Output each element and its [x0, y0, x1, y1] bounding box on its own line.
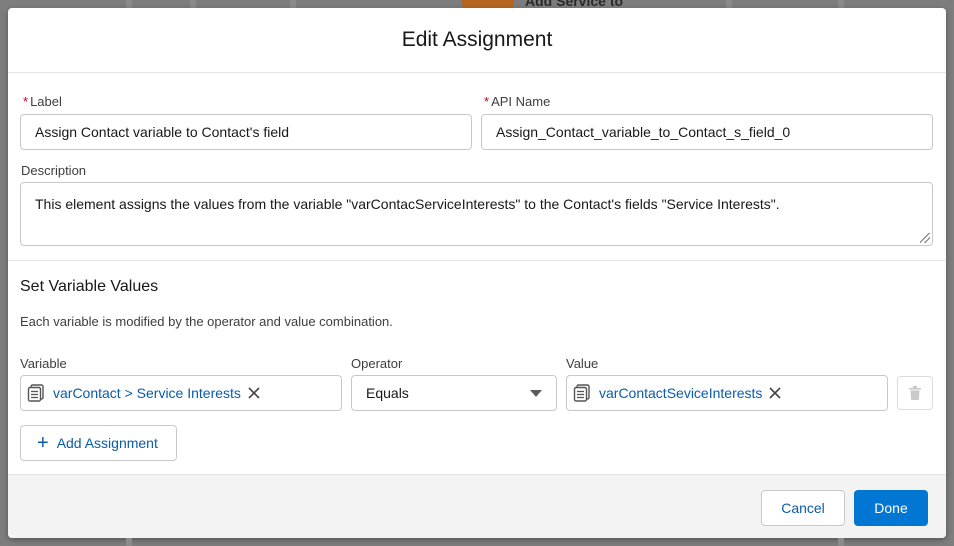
- canvas-connector: [126, 538, 132, 546]
- value-pill-label: varContactSeviceInterests: [599, 385, 763, 401]
- api-name-input[interactable]: Assign_Contact_variable_to_Contact_s_fie…: [481, 114, 933, 150]
- value-column-label: Value: [566, 356, 599, 371]
- section-divider: [8, 260, 946, 261]
- description-text: This element assigns the values from the…: [35, 196, 780, 212]
- label-field-label: * Label: [23, 94, 62, 109]
- remove-variable-icon[interactable]: [247, 386, 261, 400]
- label-input[interactable]: Assign Contact variable to Contact's fie…: [20, 114, 472, 150]
- canvas-connector: [838, 0, 844, 8]
- canvas-connector: [726, 0, 732, 8]
- api-name-field-label: * API Name: [484, 94, 551, 109]
- canvas-connector: [838, 538, 844, 546]
- variable-input[interactable]: varContact > Service Interests: [20, 375, 342, 411]
- delete-row-button[interactable]: [897, 376, 933, 410]
- modal-title: Edit Assignment: [401, 28, 553, 51]
- operator-selected-value: Equals: [366, 385, 409, 401]
- resize-handle-icon[interactable]: [920, 233, 930, 243]
- description-textarea[interactable]: This element assigns the values from the…: [20, 182, 933, 246]
- trash-icon: [909, 386, 921, 400]
- operator-column-label: Operator: [351, 356, 403, 371]
- done-button[interactable]: Done: [854, 490, 928, 526]
- canvas-connector: [190, 0, 196, 8]
- section-title: Set Variable Values: [20, 278, 159, 295]
- remove-value-icon[interactable]: [768, 386, 782, 400]
- resource-icon: [27, 384, 44, 402]
- plus-icon: +: [37, 432, 49, 454]
- cancel-button[interactable]: Cancel: [761, 490, 845, 526]
- canvas-connector: [290, 0, 296, 8]
- description-field-label: Description: [21, 163, 87, 178]
- chevron-down-icon: [530, 389, 542, 397]
- section-helper-text: Each variable is modified by the operato…: [20, 314, 393, 329]
- variable-column-label: Variable: [20, 356, 67, 371]
- modal-header: Edit Assignment: [8, 8, 946, 73]
- edit-assignment-modal: Edit Assignment * Label Assign Contact va…: [8, 8, 946, 538]
- variable-pill-label: varContact > Service Interests: [53, 385, 241, 401]
- modal-footer: Cancel Done: [8, 474, 946, 538]
- canvas-node-icon: [462, 0, 514, 8]
- add-assignment-label: Add Assignment: [56, 435, 158, 451]
- required-marker: *: [484, 94, 490, 109]
- resource-icon: [573, 384, 590, 402]
- add-assignment-button[interactable]: + Add Assignment: [20, 425, 177, 461]
- required-marker: *: [23, 94, 29, 109]
- value-input[interactable]: varContactSeviceInterests: [566, 375, 888, 411]
- operator-select[interactable]: Equals: [351, 375, 557, 411]
- canvas-connector: [126, 0, 132, 8]
